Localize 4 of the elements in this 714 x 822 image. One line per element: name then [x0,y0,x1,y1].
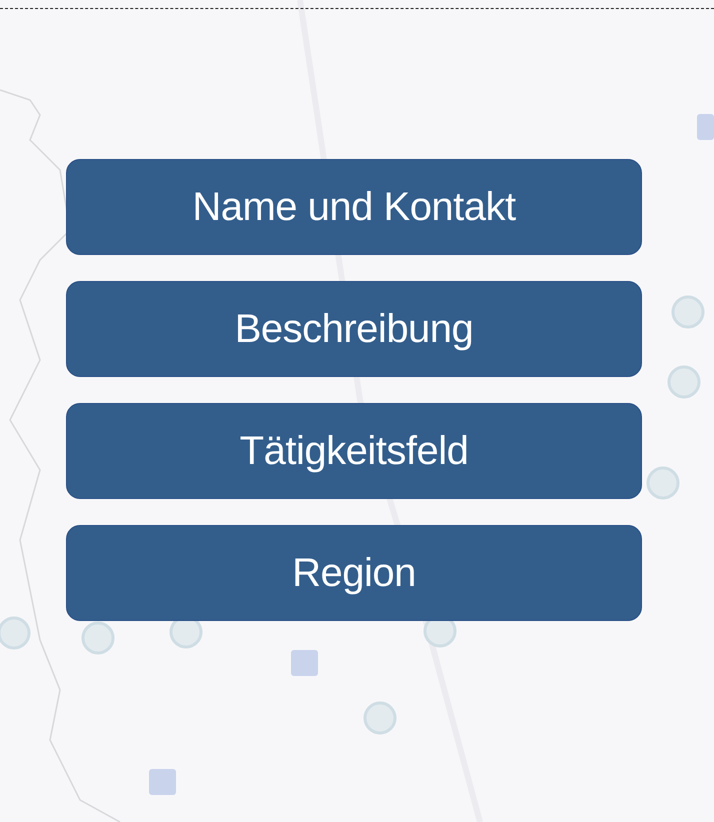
section-button[interactable]: Beschreibung [66,281,642,377]
section-button[interactable]: Tätigkeitsfeld [66,403,642,499]
section-button[interactable]: Region [66,525,642,621]
section-button[interactable]: Name und Kontakt [66,159,642,255]
